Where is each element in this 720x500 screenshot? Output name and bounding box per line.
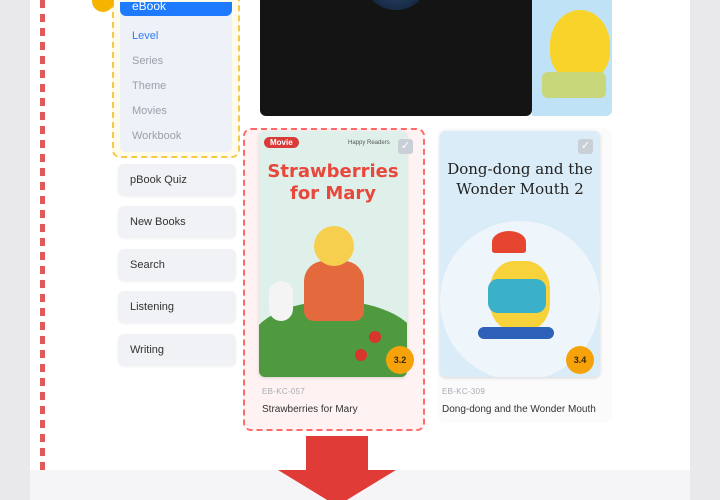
cover-title: Strawberries for Mary — [267, 161, 399, 204]
sub-item-workbook[interactable]: Workbook — [132, 130, 181, 142]
sidebar-item-search[interactable]: Search — [118, 249, 236, 281]
level-badge: 3.2 — [386, 346, 414, 374]
dashed-border-left — [40, 0, 45, 500]
level-badge: 3.4 — [566, 346, 594, 374]
sub-item-movies[interactable]: Movies — [132, 105, 167, 117]
sub-item-series[interactable]: Series — [132, 55, 163, 67]
arrow-down-icon — [278, 436, 396, 500]
book-title[interactable]: Strawberries for Mary — [262, 404, 358, 415]
planet-illustration — [368, 0, 424, 10]
bunny-illustration — [269, 281, 293, 321]
sidebar-item-writing[interactable]: Writing — [118, 334, 236, 366]
strawberry-illustration — [369, 331, 381, 343]
book-cover-strawberries[interactable]: Strawberries for Mary — [259, 131, 407, 377]
book-code: EB-KC-057 — [262, 387, 306, 396]
sub-item-level[interactable]: Level — [132, 30, 158, 42]
girl-head-illustration — [314, 226, 354, 266]
chair-illustration — [542, 72, 606, 98]
check-icon[interactable]: ✓ — [398, 139, 413, 154]
strawberry-illustration — [355, 349, 367, 361]
book-code: EB-KC-309 — [442, 387, 486, 396]
check-icon[interactable]: ✓ — [578, 139, 593, 154]
sidebar-item-pbook-quiz[interactable]: pBook Quiz — [118, 164, 236, 196]
ebook-menu-panel: eBook Level Series Theme Movies Workbook — [92, 0, 240, 158]
sidebar-item-new-books[interactable]: New Books — [118, 206, 236, 238]
movie-badge: Movie — [264, 137, 299, 148]
sub-item-theme[interactable]: Theme — [132, 80, 166, 92]
book-cover-duck[interactable] — [532, 0, 612, 116]
book-title[interactable]: Dong-dong and the Wonder Mouth — [442, 404, 596, 415]
ebook-tab[interactable]: eBook — [120, 0, 232, 16]
cover-title: Dong-dong and the Wonder Mouth 2 — [447, 160, 593, 198]
girl-illustration — [304, 261, 364, 321]
book-cover-dong-dong[interactable]: Dong-dong and the Wonder Mouth 2 — [440, 131, 600, 377]
ebook-menu: eBook Level Series Theme Movies Workbook — [120, 0, 232, 152]
shirt-illustration — [488, 279, 546, 313]
cap-illustration — [492, 231, 526, 253]
sidebar-item-listening[interactable]: Listening — [118, 291, 236, 323]
publisher-label: Happy Readers — [348, 140, 390, 146]
book-cover-dark[interactable] — [260, 0, 532, 116]
skateboard-illustration — [478, 327, 554, 339]
duck-illustration — [550, 10, 610, 80]
